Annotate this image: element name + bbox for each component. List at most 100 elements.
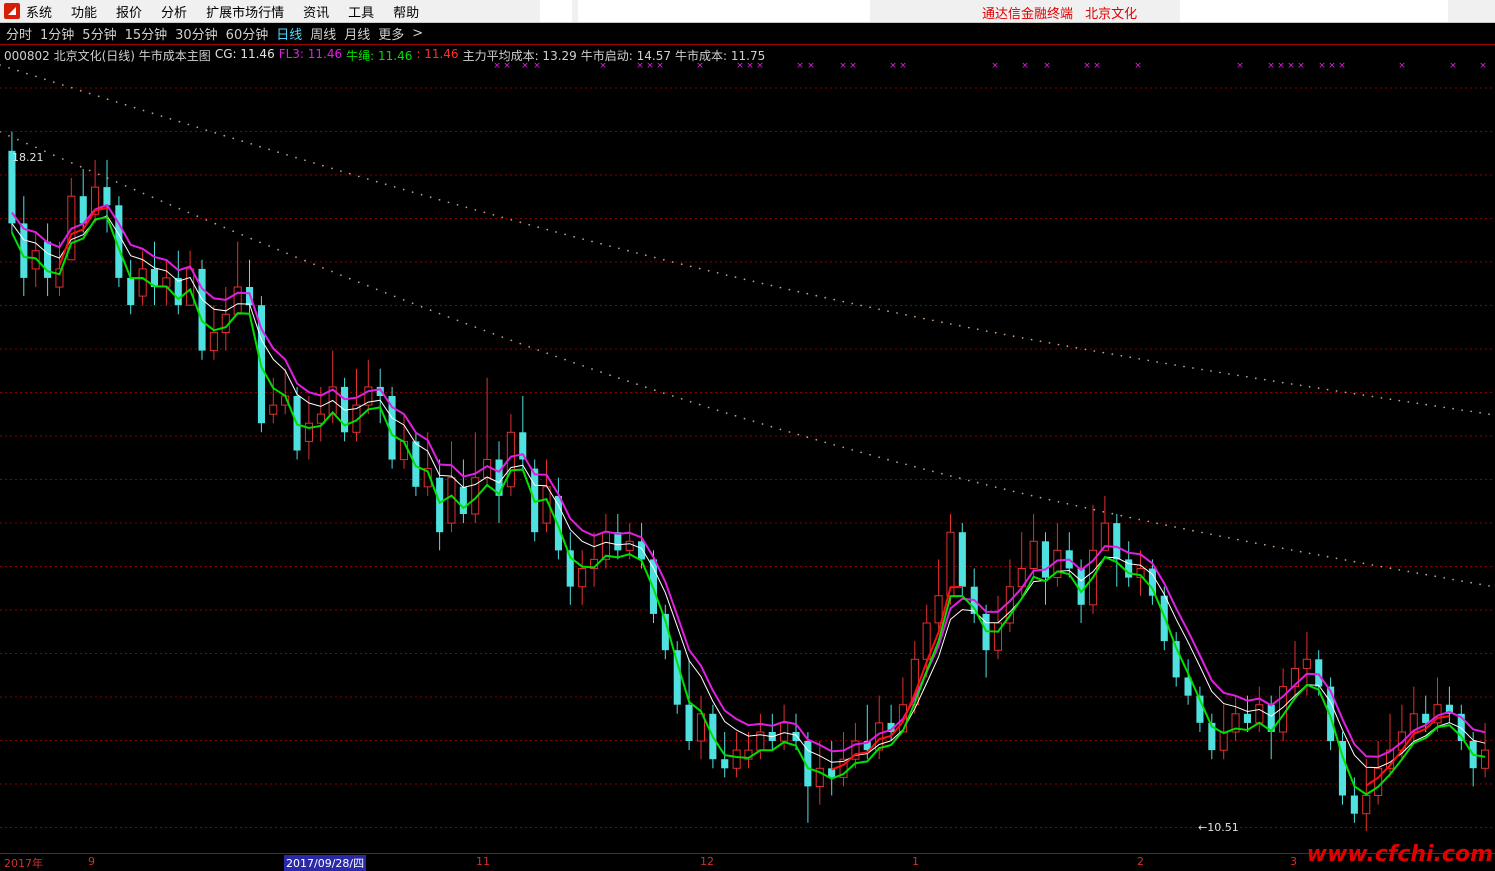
candle-body-down [958, 532, 966, 587]
cost-dots-lower [331, 270, 333, 273]
cost-dots-lower [375, 288, 378, 291]
cost-dots-upper [537, 226, 540, 229]
menu-extended-market[interactable]: 扩展市场行情 [206, 2, 284, 21]
signal-cross: × [991, 61, 999, 71]
menu-function[interactable]: 功能 [71, 2, 97, 21]
axis-label: 11 [476, 855, 490, 868]
cost-dots-lower [1237, 538, 1239, 541]
cost-dots-lower [1371, 564, 1374, 566]
cost-dots-lower [716, 409, 719, 412]
signal-cross: × [1398, 61, 1406, 71]
axis-label: 9 [88, 855, 95, 868]
cost-dots-upper [967, 326, 970, 329]
cost-dots-upper [941, 321, 943, 324]
cost-dots-upper [1254, 377, 1257, 380]
cost-dots-lower [555, 355, 557, 358]
cost-dots-lower [1425, 573, 1428, 576]
cost-dots-upper [196, 126, 199, 129]
cost-dots-lower [268, 245, 270, 247]
cost-dots-lower [752, 420, 755, 423]
candle-body-down [614, 532, 622, 551]
cost-dots-upper [1021, 337, 1024, 339]
cost-dots-lower [79, 165, 82, 168]
cost-dots-lower [187, 211, 190, 214]
cost-dots-lower [1380, 565, 1383, 568]
low-price-label: ←10.51 [1198, 821, 1239, 834]
signal-cross: × [1083, 61, 1091, 71]
cost-dots-lower [52, 154, 55, 157]
cost-dots-lower [941, 472, 943, 475]
menu-news[interactable]: 资讯 [303, 2, 329, 21]
cost-dots-upper [707, 269, 710, 272]
period-daily[interactable]: 日线 [276, 24, 302, 43]
cost-dots-lower [1210, 533, 1212, 536]
chevron-right-icon[interactable]: > [412, 26, 423, 41]
cost-dots-lower [286, 252, 288, 255]
period-60min[interactable]: 60分钟 [226, 24, 269, 43]
cost-dots-lower [1084, 506, 1087, 509]
cost-dots-lower [1174, 526, 1176, 528]
signal-cross: × [889, 61, 897, 71]
period-1min[interactable]: 1分钟 [40, 24, 74, 43]
period-more[interactable]: 更多 [378, 24, 404, 43]
cost-dots-lower [976, 481, 979, 484]
cost-dots-upper [483, 211, 486, 214]
cost-dots-upper [0, 64, 1, 66]
cost-dots-upper [743, 278, 746, 281]
cost-dots-upper [1111, 353, 1114, 356]
axis-label: 3 [1290, 855, 1297, 868]
cost-dots-upper [115, 101, 118, 103]
cost-dots-lower [860, 451, 862, 454]
cost-dots-upper [1003, 333, 1006, 336]
signal-cross: × [503, 61, 511, 71]
signal-cross: × [656, 61, 664, 71]
cost-dots-upper [268, 148, 270, 151]
cost-dots-upper [124, 103, 127, 106]
window-control-area [1180, 0, 1448, 22]
cost-dots-lower [1254, 542, 1257, 544]
axis-label: 2 [1137, 855, 1144, 868]
cost-dots-upper [411, 191, 414, 194]
cost-dots-upper [1353, 392, 1356, 395]
period-monthly[interactable]: 月线 [344, 24, 370, 43]
period-weekly[interactable]: 周线 [310, 24, 336, 43]
signal-cross: × [1236, 61, 1244, 71]
divider [0, 44, 1495, 45]
menu-help[interactable]: 帮助 [393, 2, 419, 21]
period-intraday[interactable]: 分时 [6, 24, 32, 43]
candle-body-down [1350, 795, 1358, 814]
cost-dots-lower [636, 383, 638, 386]
cost-dots-lower [214, 222, 217, 225]
signal-cross: × [1267, 61, 1275, 71]
cost-dots-upper [1326, 388, 1329, 391]
cost-dots-upper [70, 86, 73, 89]
cost-dots-lower [97, 173, 100, 176]
menu-analysis[interactable]: 分析 [161, 2, 187, 21]
candlestick-chart[interactable]: × × × × × × × × × × × × × × × × × × × × × × × × × × × × × × × × × × × [0, 60, 1495, 853]
menu-tools[interactable]: 工具 [348, 2, 374, 21]
cost-dots-upper [1039, 340, 1042, 343]
period-5min[interactable]: 5分钟 [82, 24, 116, 43]
cost-dots-lower [806, 436, 809, 439]
axis-label-selected: 2017/09/28/四 [284, 855, 367, 871]
cost-dots-lower [896, 461, 898, 463]
cost-dots-upper [1317, 387, 1320, 390]
cost-dots-lower [411, 302, 414, 305]
cost-dots-lower [788, 431, 791, 433]
cost-dots-upper [8, 67, 10, 69]
cost-dots-lower [447, 316, 450, 318]
cost-dots-lower [142, 192, 145, 195]
period-bar: 分时 1分钟 5分钟 15分钟 30分钟 60分钟 日线 周线 月线 更多 > [0, 23, 1495, 44]
cost-dots-upper [384, 183, 387, 186]
period-30min[interactable]: 30分钟 [175, 24, 218, 43]
cost-dots-upper [348, 172, 351, 175]
cost-dots-lower [151, 196, 154, 199]
candle-body-down [1422, 713, 1430, 723]
cost-dots-upper [1183, 365, 1185, 368]
menu-system[interactable]: 系统 [26, 2, 52, 21]
cost-dots-lower [8, 135, 10, 137]
cost-dots-lower [815, 438, 818, 441]
menu-quote[interactable]: 报价 [116, 2, 142, 21]
cost-dots-lower [1299, 550, 1302, 553]
period-15min[interactable]: 15分钟 [125, 24, 168, 43]
